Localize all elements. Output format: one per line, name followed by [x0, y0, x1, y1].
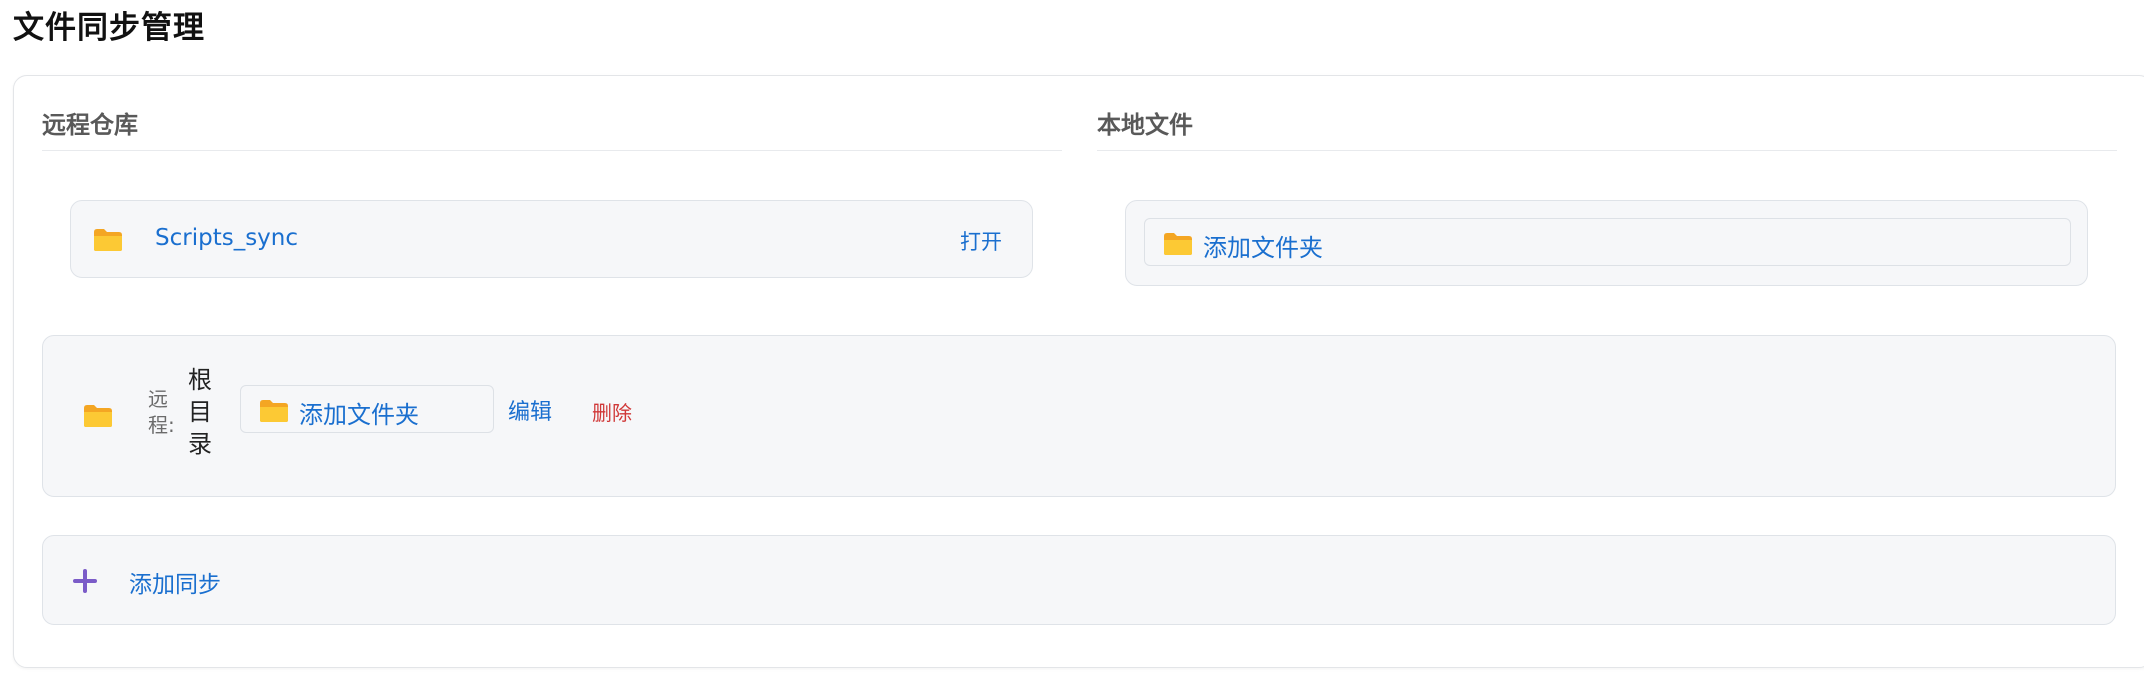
plus-icon	[71, 567, 99, 595]
local-files-card: 添加文件夹	[1125, 200, 2088, 286]
folder-icon	[1163, 232, 1193, 256]
remote-repo-card: Scripts_sync 打开	[70, 200, 1033, 278]
delete-sync-button[interactable]: 删除	[592, 397, 632, 426]
repo-name-link[interactable]: Scripts_sync	[155, 225, 298, 251]
remote-path-label: 远程:	[148, 387, 175, 437]
remote-path-value: 根目录	[188, 366, 212, 458]
remote-repo-heading: 远程仓库	[42, 105, 1062, 151]
add-local-folder-button[interactable]: 添加文件夹	[1144, 218, 2071, 266]
add-remote-folder-button[interactable]: 添加文件夹	[240, 385, 494, 433]
sync-item-row: 远程: 根目录 添加文件夹 编辑 删除	[42, 335, 2116, 497]
add-local-folder-label: 添加文件夹	[1203, 234, 1323, 262]
folder-icon	[259, 399, 289, 423]
add-sync-label: 添加同步	[129, 572, 221, 598]
open-repo-button[interactable]: 打开	[960, 226, 1002, 256]
add-remote-folder-label: 添加文件夹	[299, 401, 419, 429]
local-files-heading: 本地文件	[1097, 105, 2117, 151]
folder-icon	[93, 228, 123, 252]
folder-icon	[83, 404, 113, 428]
edit-sync-button[interactable]: 编辑	[508, 394, 552, 426]
page-title: 文件同步管理	[13, 10, 205, 46]
add-sync-button[interactable]: 添加同步	[42, 535, 2116, 625]
